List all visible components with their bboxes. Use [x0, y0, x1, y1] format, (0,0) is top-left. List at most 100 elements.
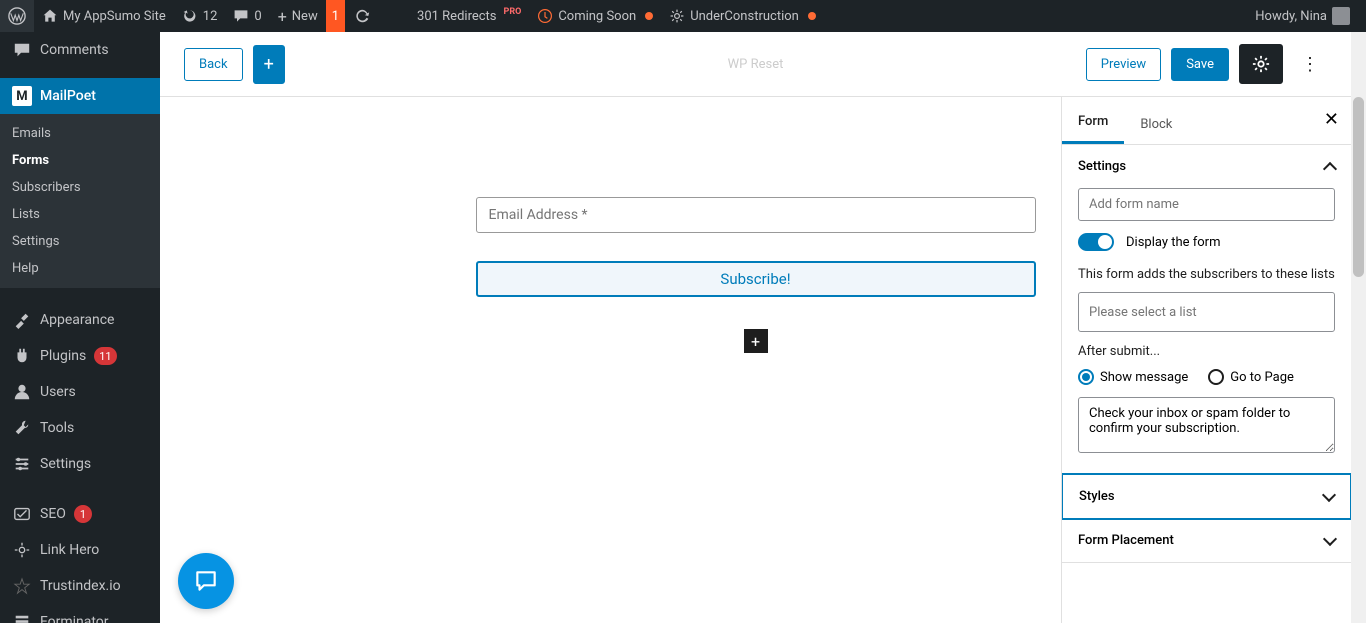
adminbar-left: My AppSumo Site 12 0 +New 1 301 Redirect… — [0, 0, 824, 32]
wpreset-tab[interactable]: WP Reset — [720, 53, 792, 76]
admin-sidebar: Comments MMailPoet Emails Forms Subscrib… — [0, 32, 160, 623]
plus-icon: + — [278, 7, 287, 26]
comment-icon — [233, 8, 249, 24]
sidebar-linkhero[interactable]: Link Hero — [0, 532, 160, 568]
close-panel-button[interactable]: ✕ — [1324, 109, 1339, 130]
chevron-down-icon — [1322, 487, 1336, 501]
pro-badge: PRO — [504, 7, 522, 17]
howdy[interactable]: Howdy, Nina — [1247, 0, 1358, 32]
refresh-ab[interactable] — [345, 0, 379, 32]
panel-placement-section: Form Placement — [1062, 519, 1351, 563]
form-canvas: Subscribe! + — [476, 197, 1036, 353]
new-content[interactable]: +New — [270, 0, 326, 32]
sidebar-settings[interactable]: Settings — [0, 446, 160, 482]
star-icon — [12, 576, 32, 596]
tab-form[interactable]: Form — [1062, 102, 1124, 144]
panel-tabs: Form Block ✕ — [1062, 97, 1351, 145]
sidebar-mailpoet[interactable]: MMailPoet — [0, 78, 160, 114]
form-name-input[interactable] — [1078, 188, 1335, 221]
plus-icon: + — [264, 54, 274, 75]
sidebar-comments[interactable]: Comments — [0, 32, 160, 68]
styles-header[interactable]: Styles — [1063, 475, 1350, 518]
display-toggle-row: Display the form — [1078, 233, 1335, 251]
mailpoet-icon: M — [12, 86, 32, 106]
radio-go-page[interactable]: Go to Page — [1208, 369, 1294, 385]
comment-icon — [12, 40, 32, 60]
chat-icon — [193, 568, 219, 594]
sidebar-sub-subscribers[interactable]: Subscribers — [0, 174, 160, 201]
sliders-icon — [12, 454, 32, 474]
panel-styles-section: Styles — [1061, 473, 1351, 520]
avatar-icon — [1332, 7, 1350, 25]
coming-text: Coming Soon — [558, 9, 636, 24]
radio-icon — [1208, 369, 1224, 385]
help-bubble[interactable] — [178, 553, 234, 609]
redirects[interactable]: 301 Redirects PRO — [409, 0, 529, 32]
back-button[interactable]: Back — [184, 48, 243, 81]
sidebar-appearance[interactable]: Appearance — [0, 302, 160, 338]
add-block-button[interactable]: + — [744, 329, 768, 353]
more-button[interactable]: ⋮ — [1293, 46, 1327, 83]
plug-icon — [12, 346, 32, 366]
settings-header[interactable]: Settings — [1062, 145, 1351, 188]
topbar-center: WP Reset — [720, 53, 792, 76]
settings-button[interactable] — [1239, 44, 1283, 84]
settings-body: Display the form This form adds the subs… — [1062, 188, 1351, 473]
scrollbar-thumb[interactable] — [1353, 97, 1364, 277]
sidebar-sub-forms[interactable]: Forms — [0, 147, 160, 174]
sidebar-sub-lists[interactable]: Lists — [0, 201, 160, 228]
under-construction[interactable]: UnderConstruction — [661, 0, 824, 32]
placement-header[interactable]: Form Placement — [1062, 519, 1351, 562]
chevron-down-icon — [1323, 531, 1337, 545]
status-dot-icon — [645, 12, 653, 20]
updates[interactable]: 12 — [174, 0, 226, 32]
topbar-left: Back + — [184, 45, 285, 84]
sidebar-sub-settings[interactable]: Settings — [0, 228, 160, 255]
save-button[interactable]: Save — [1171, 48, 1229, 81]
sidebar-trustindex[interactable]: Trustindex.io — [0, 568, 160, 604]
sidebar-tools[interactable]: Tools — [0, 410, 160, 446]
sidebar-sub-help[interactable]: Help — [0, 255, 160, 282]
subscribe-button[interactable]: Subscribe! — [476, 261, 1036, 297]
email-input[interactable] — [476, 197, 1036, 233]
sidebar-forminator[interactable]: Forminator — [0, 604, 160, 623]
site-name[interactable]: My AppSumo Site — [34, 0, 174, 32]
brush-icon — [12, 310, 32, 330]
comments-count: 0 — [254, 9, 261, 24]
list-select[interactable] — [1078, 292, 1335, 332]
coming-soon[interactable]: Coming Soon — [529, 0, 661, 32]
rocket-icon — [537, 8, 553, 24]
form-icon — [12, 612, 32, 623]
seo-badge: 1 — [74, 505, 92, 523]
updates-count: 12 — [203, 9, 218, 24]
under-text: UnderConstruction — [690, 9, 799, 24]
status-dot-icon — [808, 12, 816, 20]
user-icon — [12, 382, 32, 402]
gear-icon — [1252, 55, 1270, 73]
plus-icon: + — [751, 332, 760, 351]
radio-show-message[interactable]: Show message — [1078, 369, 1188, 385]
tab-block[interactable]: Block — [1124, 105, 1188, 144]
seo-icon — [12, 504, 32, 524]
message-textarea[interactable] — [1078, 397, 1335, 453]
sidebar-users[interactable]: Users — [0, 374, 160, 410]
wp-logo[interactable] — [0, 0, 34, 32]
orange-notif[interactable]: 1 — [326, 0, 345, 32]
add-button[interactable]: + — [253, 45, 285, 84]
radio-icon — [1078, 369, 1094, 385]
preview-button[interactable]: Preview — [1086, 48, 1161, 81]
display-toggle[interactable] — [1078, 233, 1114, 251]
sidebar-sub-emails[interactable]: Emails — [0, 120, 160, 147]
settings-panel: Form Block ✕ Settings Display the form T… — [1061, 97, 1351, 623]
editor-topbar: Back + WP Reset Preview Save ⋮ — [160, 32, 1351, 97]
panel-settings-section: Settings Display the form This form adds… — [1062, 145, 1351, 474]
display-label: Display the form — [1126, 235, 1221, 250]
topbar-right: Preview Save ⋮ — [1086, 44, 1327, 84]
redirects-text: 301 Redirects — [417, 9, 497, 24]
sidebar-seo[interactable]: SEO1 — [0, 496, 160, 532]
update-icon — [182, 8, 198, 24]
home-icon — [42, 8, 58, 24]
sidebar-plugins[interactable]: Plugins11 — [0, 338, 160, 374]
comments-ab[interactable]: 0 — [225, 0, 269, 32]
howdy-text: Howdy, Nina — [1255, 9, 1327, 24]
